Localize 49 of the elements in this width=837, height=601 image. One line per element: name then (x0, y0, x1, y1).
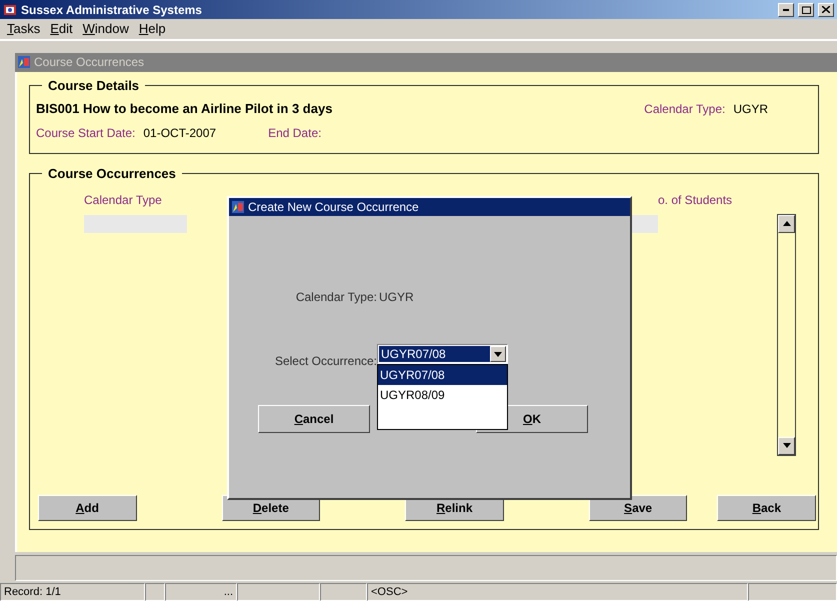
field-label: End Date: (268, 126, 322, 140)
dropdown-button[interactable] (490, 346, 506, 362)
frame-heading: Course Occurrences (47, 166, 177, 181)
field-label: Select Occurrence: (274, 354, 377, 368)
form-title: Course Occurrences (34, 55, 144, 70)
field-value: UGYR (379, 290, 414, 304)
down-arrow-icon (494, 352, 502, 356)
cancel-button[interactable]: Cancel (258, 405, 370, 433)
occurrence-dropdown[interactable]: UGYR07/08 (377, 344, 508, 364)
menu-item[interactable]: Edit (45, 21, 78, 36)
maximize-icon (802, 6, 810, 14)
close-icon (822, 6, 830, 13)
close-button[interactable] (818, 2, 834, 16)
form-button[interactable]: Save (588, 494, 688, 521)
dialog-title: Create New Course Occurrence (248, 200, 419, 214)
scrollbar[interactable] (777, 214, 796, 456)
minimize-button[interactable] (778, 2, 794, 16)
app-icon (3, 2, 17, 16)
field-label: Calendar Type: (294, 290, 377, 304)
calendar-type-field[interactable] (84, 214, 187, 233)
window-title: Sussex Administrative Systems (21, 2, 203, 16)
mode-indicator: <OSC> (367, 582, 748, 601)
menu-item[interactable]: Tasks (2, 21, 46, 36)
field-value: 01-OCT-2007 (143, 126, 216, 140)
form-button[interactable]: Add (38, 494, 137, 521)
menu-item[interactable]: Window (78, 21, 134, 36)
column-header: o. of Students (658, 192, 734, 207)
form-icon (17, 55, 31, 70)
dropdown-option[interactable]: UGYR07/08 (378, 365, 507, 385)
field-label: Calendar Type: (644, 102, 726, 116)
field-value: UGYR (733, 102, 768, 116)
scroll-up-button[interactable] (778, 214, 795, 233)
dropdown-value: UGYR07/08 (379, 346, 490, 362)
up-arrow-icon (782, 221, 790, 226)
status-cell: ... (165, 582, 237, 601)
down-arrow-icon (782, 443, 790, 448)
column-header: Calendar Type (84, 192, 163, 207)
status-cell (320, 582, 367, 601)
scroll-down-button[interactable] (778, 436, 795, 455)
form-button[interactable]: Back (717, 494, 816, 521)
maximize-button[interactable] (798, 2, 814, 16)
frame-heading: Course Details (47, 78, 140, 93)
record-count: Record: 1/1 (0, 582, 145, 601)
field-label: Course Start Date: (36, 126, 136, 140)
status-cell (145, 582, 165, 601)
menu-item[interactable]: Help (134, 21, 171, 36)
minimize-icon (783, 8, 789, 10)
course-title: BIS001 How to become an Airline Pilot in 3 days (36, 101, 332, 116)
dialog-icon (231, 200, 245, 214)
